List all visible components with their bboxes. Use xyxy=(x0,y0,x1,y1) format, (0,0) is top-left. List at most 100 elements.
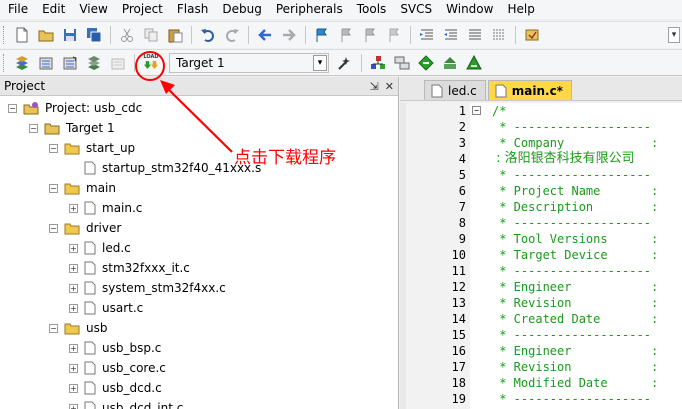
translate-icon[interactable] xyxy=(12,53,32,73)
line-number: 15 xyxy=(451,328,466,342)
code-line: 13 * Revision : xyxy=(406,295,682,311)
redo-icon[interactable] xyxy=(222,25,242,45)
expand-icon[interactable]: + xyxy=(69,343,78,353)
collapse-icon[interactable]: − xyxy=(49,223,58,233)
menu-view[interactable]: View xyxy=(72,0,114,19)
stop-build-icon[interactable] xyxy=(108,53,128,73)
tree-item[interactable]: − usb xyxy=(49,318,107,338)
clear-bookmarks-icon[interactable] xyxy=(384,25,404,45)
tree-item-label: stm32fxxx_it.c xyxy=(102,261,190,275)
folder-icon xyxy=(64,141,80,155)
code-line: 14 * Created Date : xyxy=(406,311,682,327)
tree-item[interactable]: + usb_bsp.c xyxy=(69,338,161,358)
code-line: 7 * Description : xyxy=(406,199,682,215)
pack-installer-icon[interactable] xyxy=(416,53,436,73)
line-number: 14 xyxy=(451,312,466,326)
fold-icon[interactable]: − xyxy=(472,106,481,115)
collapse-icon[interactable]: − xyxy=(49,323,58,333)
menu-help[interactable]: Help xyxy=(500,0,541,19)
tree-item[interactable]: − Project: usb_cdc xyxy=(8,98,142,118)
toolbar-separator xyxy=(248,26,249,44)
pin-icon[interactable]: ⇲ xyxy=(370,80,379,93)
menu-window[interactable]: Window xyxy=(439,0,500,19)
tree-item[interactable]: + led.c xyxy=(69,238,131,258)
next-bookmark-icon[interactable] xyxy=(360,25,380,45)
expand-icon[interactable]: + xyxy=(69,363,78,373)
expand-icon[interactable]: + xyxy=(69,303,78,313)
menu-file[interactable]: File xyxy=(0,0,35,19)
line-number: 19 xyxy=(451,392,466,406)
indent-icon[interactable] xyxy=(417,25,437,45)
tree-item[interactable]: − driver xyxy=(49,218,121,238)
rebuild-icon[interactable] xyxy=(60,53,80,73)
nav-back-icon[interactable] xyxy=(255,25,275,45)
code-editor[interactable]: 1−/* 2 * ------------------- 3 * Company :… xyxy=(400,103,682,409)
menu-flash[interactable]: Flash xyxy=(170,0,215,19)
save-icon[interactable] xyxy=(60,25,80,45)
expand-icon[interactable]: + xyxy=(69,383,78,393)
folder-icon xyxy=(64,321,80,335)
manage-components-icon[interactable] xyxy=(392,53,412,73)
editor-tab[interactable]: led.c xyxy=(424,80,486,100)
toolbar-grip[interactable] xyxy=(3,26,6,44)
tree-item[interactable]: + main.c xyxy=(69,198,142,218)
expand-icon[interactable]: + xyxy=(69,243,78,253)
bookmark-icon[interactable] xyxy=(312,25,332,45)
new-file-icon[interactable] xyxy=(12,25,32,45)
menu-peripherals[interactable]: Peripherals xyxy=(269,0,350,19)
collapse-icon[interactable]: − xyxy=(29,123,38,133)
collapse-icon[interactable]: − xyxy=(49,183,58,193)
toolbar-dropdown[interactable]: ▾ xyxy=(668,27,680,43)
close-icon[interactable]: ✕ xyxy=(385,80,394,93)
expand-icon[interactable]: + xyxy=(69,203,78,213)
cut-icon[interactable] xyxy=(117,25,137,45)
tree-item[interactable]: + usb_dcd_int.c xyxy=(69,398,183,409)
batch-build-icon[interactable] xyxy=(84,53,104,73)
save-all-icon[interactable] xyxy=(84,25,104,45)
tree-item[interactable]: + usb_core.c xyxy=(69,358,166,378)
code-text: * Revision : xyxy=(492,296,659,310)
target-options-icon[interactable] xyxy=(335,53,355,73)
tree-item[interactable]: − start_up xyxy=(49,138,135,158)
code-line: 16 * Engineer : xyxy=(406,343,682,359)
paste-icon[interactable] xyxy=(165,25,185,45)
tree-item[interactable]: + stm32fxxx_it.c xyxy=(69,258,190,278)
tree-item[interactable]: + system_stm32f4xx.c xyxy=(69,278,226,298)
comment-icon[interactable] xyxy=(465,25,485,45)
expand-icon[interactable]: + xyxy=(69,263,78,273)
code-line: 12 * Engineer : xyxy=(406,279,682,295)
run-time-env-icon[interactable] xyxy=(464,53,484,73)
menu-tools[interactable]: Tools xyxy=(350,0,394,19)
open-folder-icon[interactable] xyxy=(36,25,56,45)
line-number: 3 xyxy=(458,136,466,150)
tree-item[interactable]: − main xyxy=(49,178,116,198)
collapse-icon[interactable]: − xyxy=(8,103,17,113)
code-line: 10 * Target Device : xyxy=(406,247,682,263)
collapse-icon[interactable]: − xyxy=(49,143,58,153)
menu-svcs[interactable]: SVCS xyxy=(393,0,439,19)
copy-icon[interactable] xyxy=(141,25,161,45)
code-text: * Target Device : xyxy=(492,248,659,262)
target-select[interactable]: Target 1 ▾ xyxy=(169,52,329,73)
chevron-down-icon[interactable]: ▾ xyxy=(313,54,327,71)
tree-item[interactable]: − Target 1 xyxy=(29,118,115,138)
menu-project[interactable]: Project xyxy=(115,0,170,19)
tree-item[interactable]: + usb_dcd.c xyxy=(69,378,162,398)
nav-forward-icon[interactable] xyxy=(279,25,299,45)
expand-icon[interactable]: + xyxy=(69,403,78,409)
file-extensions-icon[interactable] xyxy=(368,53,388,73)
prev-bookmark-icon[interactable] xyxy=(336,25,356,45)
build-icon[interactable] xyxy=(36,53,56,73)
project-panel-header: Project ⇲ ✕ xyxy=(0,77,398,96)
find-in-files-icon[interactable] xyxy=(522,25,542,45)
expand-icon[interactable]: + xyxy=(69,283,78,293)
undo-icon[interactable] xyxy=(198,25,218,45)
select-packs-icon[interactable] xyxy=(440,53,460,73)
toolbar-grip[interactable] xyxy=(3,53,6,72)
editor-tab[interactable]: main.c* xyxy=(487,80,572,100)
menu-edit[interactable]: Edit xyxy=(35,0,72,19)
tree-item[interactable]: + usart.c xyxy=(69,298,143,318)
unindent-icon[interactable] xyxy=(441,25,461,45)
menu-debug[interactable]: Debug xyxy=(215,0,268,19)
uncomment-icon[interactable] xyxy=(489,25,509,45)
